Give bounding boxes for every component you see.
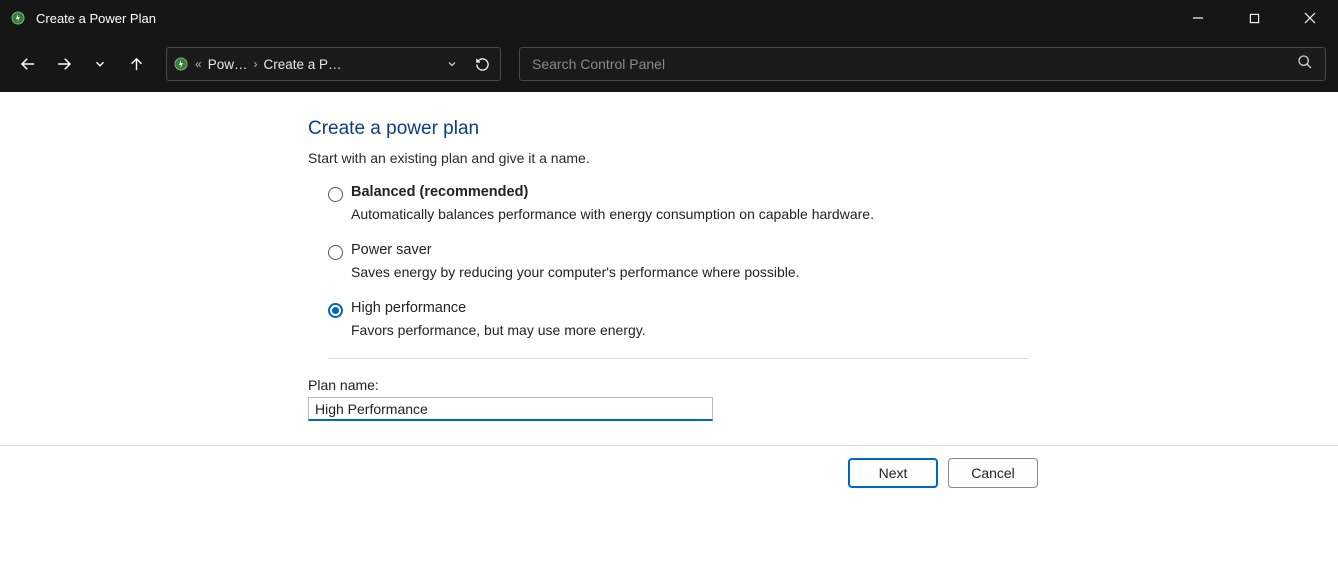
plan-option[interactable]: High performance Favors performance, but … [328, 300, 1048, 338]
close-button[interactable] [1282, 0, 1338, 36]
plan-texts: Power saver Saves energy by reducing your… [351, 242, 800, 280]
search-icon[interactable] [1297, 54, 1313, 75]
plan-name-label: Plan name: [308, 377, 1048, 393]
navigation-bar: « Pow… › Create a P… [0, 36, 1338, 92]
forward-button[interactable] [48, 48, 80, 80]
breadcrumb-create-plan[interactable]: Create a P… [263, 57, 341, 72]
up-button[interactable] [120, 48, 152, 80]
power-plan-app-icon [10, 10, 26, 26]
divider [328, 358, 1028, 359]
recent-locations-button[interactable] [84, 48, 116, 80]
plan-title: Balanced (recommended) [351, 184, 874, 200]
titlebar: Create a Power Plan [0, 0, 1338, 36]
back-button[interactable] [12, 48, 44, 80]
plan-title: Power saver [351, 242, 800, 258]
radio-button[interactable] [328, 187, 343, 202]
search-bar[interactable] [519, 47, 1326, 81]
cancel-button[interactable]: Cancel [948, 458, 1038, 488]
search-input[interactable] [532, 56, 1297, 72]
radio-button[interactable] [328, 245, 343, 260]
radio-button[interactable] [328, 303, 343, 318]
plan-option[interactable]: Balanced (recommended) Automatically bala… [328, 184, 1048, 222]
plan-option[interactable]: Power saver Saves energy by reducing your… [328, 242, 1048, 280]
plan-description: Saves energy by reducing your computer's… [351, 264, 800, 280]
plan-texts: Balanced (recommended) Automatically bala… [351, 184, 874, 222]
overflow-chevron-icon[interactable]: « [195, 57, 202, 71]
window-title: Create a Power Plan [36, 11, 156, 26]
plan-description: Automatically balances performance with … [351, 206, 874, 222]
maximize-button[interactable] [1226, 0, 1282, 36]
refresh-button[interactable] [470, 57, 494, 72]
content-area: Create a power plan Start with an existi… [0, 92, 1338, 583]
window-controls [1170, 0, 1338, 36]
plan-name-input[interactable] [308, 397, 713, 421]
chevron-right-icon: › [253, 57, 257, 71]
plan-description: Favors performance, but may use more ene… [351, 322, 646, 338]
plan-title: High performance [351, 300, 646, 316]
page-heading: Create a power plan [308, 118, 1048, 140]
breadcrumb-power-options[interactable]: Pow… [208, 57, 248, 72]
page-subheading: Start with an existing plan and give it … [308, 150, 1048, 166]
address-dropdown-button[interactable] [440, 58, 464, 70]
address-bar[interactable]: « Pow… › Create a P… [166, 47, 501, 81]
minimize-button[interactable] [1170, 0, 1226, 36]
plan-texts: High performance Favors performance, but … [351, 300, 646, 338]
next-button[interactable]: Next [848, 458, 938, 488]
power-options-icon [173, 56, 189, 72]
footer: Next Cancel [0, 446, 1338, 500]
